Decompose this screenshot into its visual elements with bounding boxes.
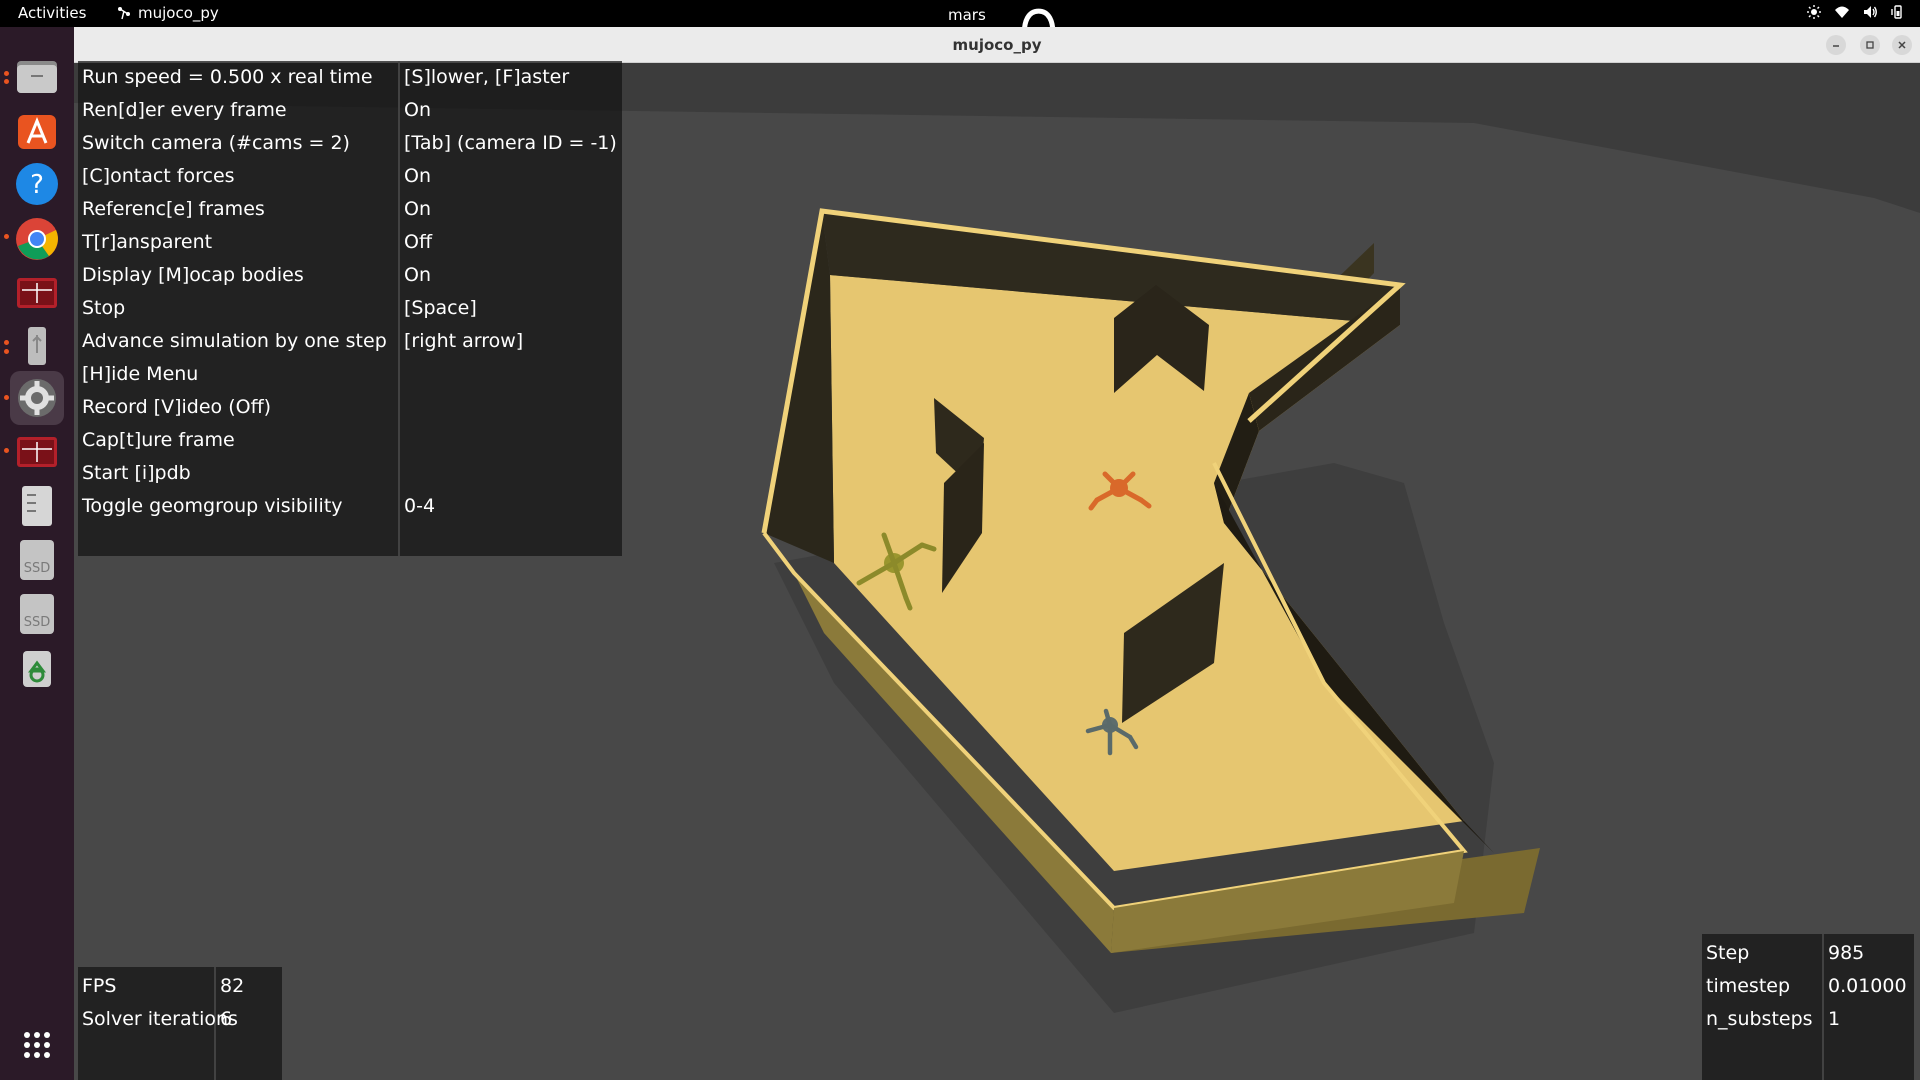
- maximize-icon: [1866, 41, 1874, 49]
- svg-text:?: ?: [30, 170, 44, 200]
- simulator-launcher[interactable]: [10, 266, 64, 320]
- settings-icon: [18, 379, 56, 417]
- menu-item-label: [H]ide Menu: [82, 363, 199, 385]
- menu-item-value: [Tab] (camera ID = -1): [404, 132, 617, 154]
- app-icon: [118, 7, 130, 20]
- ssd-label: SSD: [24, 615, 51, 630]
- menu-item-value: On: [404, 165, 431, 187]
- app-center-launcher[interactable]: [10, 103, 64, 157]
- show-apps-button[interactable]: [10, 1018, 64, 1072]
- running-indicator: [4, 79, 9, 84]
- minimize-icon: [1833, 45, 1839, 47]
- chrome-launcher[interactable]: [10, 212, 64, 266]
- step-overlay: Step 985 timestep 0.01000 n_substeps 1: [1702, 934, 1914, 1080]
- close-button[interactable]: [1892, 35, 1912, 55]
- running-indicator: [4, 340, 9, 345]
- menu-divider: [398, 61, 400, 556]
- simulator-icon-2: [17, 437, 57, 467]
- ssd-drive-launcher-2[interactable]: SSD: [10, 587, 64, 641]
- system-tray[interactable]: [1806, 4, 1906, 20]
- menu-overlay: Run speed = 0.500 x real time [S]lower, […: [78, 61, 622, 556]
- substeps-label: n_substeps: [1706, 1008, 1813, 1030]
- timestep-value: 0.01000: [1828, 975, 1907, 997]
- menu-item-label: Start [i]pdb: [82, 462, 191, 484]
- window-titlebar[interactable]: mujoco_py: [74, 27, 1920, 63]
- step-value: 985: [1828, 942, 1865, 964]
- app-center-icon: [18, 115, 56, 149]
- ssd-drive-icon-2: SSD: [20, 594, 54, 634]
- wifi-icon: [1835, 6, 1849, 18]
- menu-item-value: On: [404, 198, 431, 220]
- menu-item-value: On: [404, 264, 431, 286]
- close-icon: [1898, 41, 1906, 49]
- trash-icon: [23, 651, 51, 687]
- activities-button[interactable]: Activities: [18, 4, 86, 22]
- menu-item-label: [C]ontact forces: [82, 165, 235, 187]
- maximize-button[interactable]: [1860, 35, 1880, 55]
- substeps-value: 1: [1828, 1008, 1841, 1030]
- trash-launcher[interactable]: [10, 641, 64, 695]
- menu-item-label: Cap[t]ure frame: [82, 429, 235, 451]
- chrome-icon: [16, 218, 58, 260]
- app-name: mujoco_py: [138, 4, 219, 22]
- ssd-drive-launcher[interactable]: SSD: [10, 533, 64, 587]
- power-icon: [1891, 5, 1902, 19]
- help-icon: ?: [16, 163, 58, 205]
- help-launcher[interactable]: ?: [10, 157, 64, 211]
- running-indicator: [4, 234, 9, 239]
- show-apps-icon: [24, 1032, 50, 1058]
- brightness-icon: [1807, 5, 1821, 19]
- menu-item-value: Off: [404, 231, 433, 253]
- dock: ? SSD SSD: [0, 27, 74, 1080]
- fps-value: 82: [220, 975, 245, 997]
- minimize-button[interactable]: [1826, 35, 1846, 55]
- running-indicator: [4, 349, 9, 354]
- volume-icon: [1864, 6, 1877, 18]
- files-icon: [17, 61, 57, 93]
- fps-label: FPS: [82, 975, 117, 997]
- menu-item-value: [Space]: [404, 297, 477, 319]
- timestep-label: timestep: [1706, 975, 1791, 997]
- menu-item-label: Run speed = 0.500 x real time: [82, 66, 373, 88]
- menu-item-label: Referenc[e] frames: [82, 198, 265, 220]
- menu-item-value: [right arrow]: [404, 330, 524, 352]
- text-file-launcher[interactable]: [10, 479, 64, 533]
- menu-item-label: Ren[d]er every frame: [82, 99, 287, 121]
- step-label: Step: [1706, 942, 1750, 964]
- menu-item-label: Display [M]ocap bodies: [82, 264, 304, 286]
- running-indicator: [4, 448, 9, 453]
- menu-item-label: Record [V]ideo (Off): [82, 396, 272, 418]
- window-title: mujoco_py: [952, 36, 1042, 54]
- simulator-launcher-2[interactable]: [10, 425, 64, 479]
- running-indicator: [4, 71, 9, 76]
- solver-value: 6: [220, 1008, 233, 1030]
- solver-label: Solver iterations: [82, 1008, 238, 1030]
- files-launcher[interactable]: [10, 49, 64, 103]
- app-menu[interactable]: mujoco_py: [116, 4, 219, 22]
- menu-item-value: [S]lower, [F]aster: [404, 66, 570, 88]
- menu-item-value: On: [404, 99, 431, 121]
- menu-item-label: Switch camera (#cams = 2): [82, 132, 350, 154]
- menu-item-value: 0-4: [404, 495, 436, 517]
- usb-drive-icon: [28, 327, 46, 365]
- ssd-drive-icon: SSD: [20, 540, 54, 580]
- running-indicator: [4, 395, 9, 400]
- usb-drive-launcher[interactable]: [10, 319, 64, 373]
- settings-launcher[interactable]: [10, 371, 64, 425]
- step-divider: [1822, 934, 1824, 1080]
- fps-overlay: FPS 82 Solver iterations 6: [78, 967, 282, 1080]
- ssd-label: SSD: [24, 561, 51, 576]
- simulator-icon: [17, 278, 57, 308]
- menu-item-label: Stop: [82, 297, 126, 319]
- menu-item-label: Toggle geomgroup visibility: [82, 495, 343, 517]
- menu-item-label: T[r]ansparent: [82, 231, 213, 253]
- top-bar: Activities mujoco_py mars 26 01:00: [0, 0, 1920, 60]
- menu-item-label: Advance simulation by one step: [82, 330, 387, 352]
- mujoco-window: mujoco_py Run speed = 0.500 x real time …: [74, 27, 1920, 1080]
- text-file-icon: [22, 486, 52, 526]
